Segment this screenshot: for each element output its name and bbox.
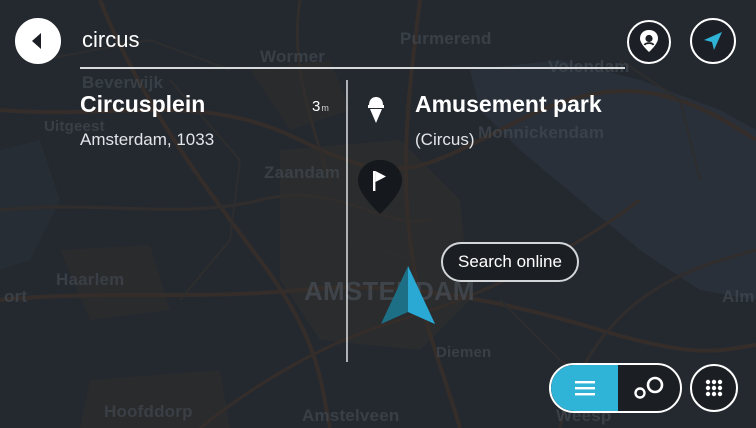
result-distance: 3m — [312, 98, 329, 115]
view-toggle — [549, 363, 682, 413]
ice-cream-icon — [368, 97, 384, 123]
keyboard-icon — [705, 379, 723, 397]
list-view-button[interactable] — [551, 365, 618, 411]
search-online-button[interactable]: Search online — [441, 242, 579, 282]
list-icon — [574, 381, 595, 396]
map-label-purmerend: Purmerend — [400, 29, 492, 48]
map-label-amstelveen: Amstelveen — [302, 406, 400, 425]
search-input[interactable]: circus — [82, 27, 139, 53]
result-title-amusement-park[interactable]: Amusement park — [415, 91, 602, 118]
location-pin-icon — [640, 30, 658, 52]
flag-marker-icon[interactable] — [355, 158, 405, 216]
search-screen: Wormer Purmerend Volendam Beverwijk Uitg… — [0, 0, 756, 428]
map-label-haarlem: Haarlem — [56, 270, 125, 289]
column-divider — [346, 80, 348, 362]
current-position-icon — [381, 266, 435, 324]
result-subtitle-circusplein: Amsterdam, 1033 — [80, 130, 215, 149]
map-label-diemen: Diemen — [436, 344, 492, 361]
navigate-button[interactable] — [690, 18, 736, 64]
result-subtitle-amusement-park: (Circus) — [415, 130, 475, 149]
map-label-monnickendam: Monnickendam — [478, 123, 605, 142]
map-label-almere: Alm — [722, 287, 755, 306]
map-label-hoofddorp: Hoofddorp — [104, 402, 193, 421]
map-view-icon — [634, 376, 664, 399]
map-label-wormer: Wormer — [260, 47, 326, 66]
keyboard-button[interactable] — [690, 364, 738, 412]
location-pin-button[interactable] — [627, 20, 671, 64]
back-arrow-icon — [32, 33, 41, 49]
back-button[interactable] — [15, 18, 61, 64]
result-distance-unit: m — [321, 103, 329, 113]
search-input-underline — [80, 67, 625, 69]
result-title-circusplein[interactable]: Circusplein — [80, 91, 205, 118]
map-label-beverwijk: Beverwijk — [82, 73, 164, 92]
result-distance-value: 3 — [312, 98, 321, 115]
navigation-arrow-icon — [704, 32, 722, 50]
map-label-port: ort — [4, 287, 28, 306]
map-view-button[interactable] — [618, 365, 680, 411]
map-label-zaandam: Zaandam — [264, 163, 341, 182]
